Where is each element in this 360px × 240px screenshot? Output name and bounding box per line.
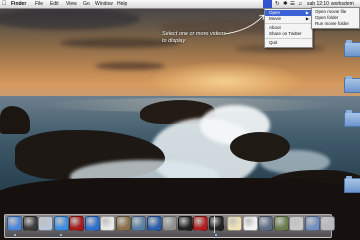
submenu-arrow-icon: ▶ <box>305 16 309 21</box>
finder-icon[interactable] <box>7 216 22 231</box>
ical-icon[interactable] <box>100 216 115 231</box>
safari-icon[interactable] <box>53 216 69 231</box>
calendar-icon[interactable] <box>242 216 258 231</box>
menu-item-quit-label: Quit <box>269 40 278 45</box>
wallpaper-rock <box>230 132 290 162</box>
address-book-icon[interactable] <box>115 216 131 231</box>
menu-separator <box>265 23 312 24</box>
menu-item-open-label: Open <box>269 10 281 15</box>
open-submenu: Open movie file Open folder Run movie fo… <box>311 7 360 29</box>
menu-file[interactable]: File <box>35 0 43 8</box>
menu-item-movie[interactable]: Movie ▶ <box>265 16 312 22</box>
app-menu-finder[interactable]: Finder <box>11 0 26 8</box>
trash-icon[interactable] <box>320 216 335 231</box>
sync-icon[interactable]: ↻ <box>275 0 280 8</box>
itunes-store-icon[interactable] <box>258 216 273 231</box>
menu-item-quit[interactable]: Quit <box>265 40 312 46</box>
time-machine-icon[interactable] <box>273 216 289 231</box>
status-item-menu: Open ▶ Movie ▶ About Share on Twitter Qu… <box>264 8 313 48</box>
volume-icon[interactable]: ♫ <box>298 0 302 8</box>
photo-booth-icon[interactable] <box>69 216 84 231</box>
running-indicator <box>13 234 16 236</box>
app-status-menu-extra[interactable] <box>263 0 272 8</box>
menu-item-movie-label: Movie <box>269 16 282 21</box>
annotation-line-2: to display <box>162 38 186 44</box>
apple-menu-icon[interactable]:  <box>2 0 7 8</box>
app-red-icon[interactable] <box>193 216 208 231</box>
running-indicator <box>215 234 217 236</box>
documents-stack-icon[interactable] <box>304 216 320 231</box>
desktop-folder-icon[interactable] <box>344 76 360 93</box>
menu-item-about-label: About <box>269 25 281 30</box>
clapperboard-icon[interactable] <box>208 216 224 231</box>
annotation-line-1: Select one or more videos <box>162 31 226 37</box>
menu-item-share-twitter[interactable]: Share on Twitter <box>265 31 312 37</box>
running-indicator <box>60 234 62 236</box>
network-icon[interactable] <box>146 216 162 231</box>
desktop-folder-icon[interactable] <box>344 40 360 57</box>
menu-help[interactable]: Help <box>117 0 127 8</box>
menu-window[interactable]: Window <box>95 0 113 8</box>
system-settings-icon[interactable] <box>289 216 304 231</box>
wifi-icon[interactable]: ☰ <box>290 0 295 8</box>
mail-icon[interactable] <box>38 216 53 231</box>
menu-view[interactable]: View <box>66 0 77 8</box>
menu-separator <box>265 38 312 39</box>
menu-edit[interactable]: Edit <box>50 0 59 8</box>
preview-icon[interactable] <box>131 216 146 231</box>
menu-item-share-twitter-label: Share on Twitter <box>269 31 302 36</box>
textedit-icon[interactable] <box>227 216 242 231</box>
wallpaper-sun-glow <box>150 62 300 100</box>
desktop-folder-icon[interactable] <box>344 176 360 193</box>
wallpaper-cloud <box>95 62 165 70</box>
desktop-folder-icon[interactable] <box>344 110 360 127</box>
camera-icon[interactable] <box>177 216 193 231</box>
dashboard-icon[interactable] <box>22 216 38 231</box>
itunes-icon[interactable] <box>84 216 100 231</box>
system-prefs-icon[interactable] <box>162 216 177 231</box>
submenu-item-run-movie-folder[interactable]: Run movie folder <box>312 21 359 27</box>
dock-divider <box>214 216 215 233</box>
instruction-annotation: Select one or more videos to display <box>162 31 242 45</box>
bluetooth-icon[interactable]: ✱ <box>283 0 288 8</box>
menu-go[interactable]: Go <box>83 0 90 8</box>
